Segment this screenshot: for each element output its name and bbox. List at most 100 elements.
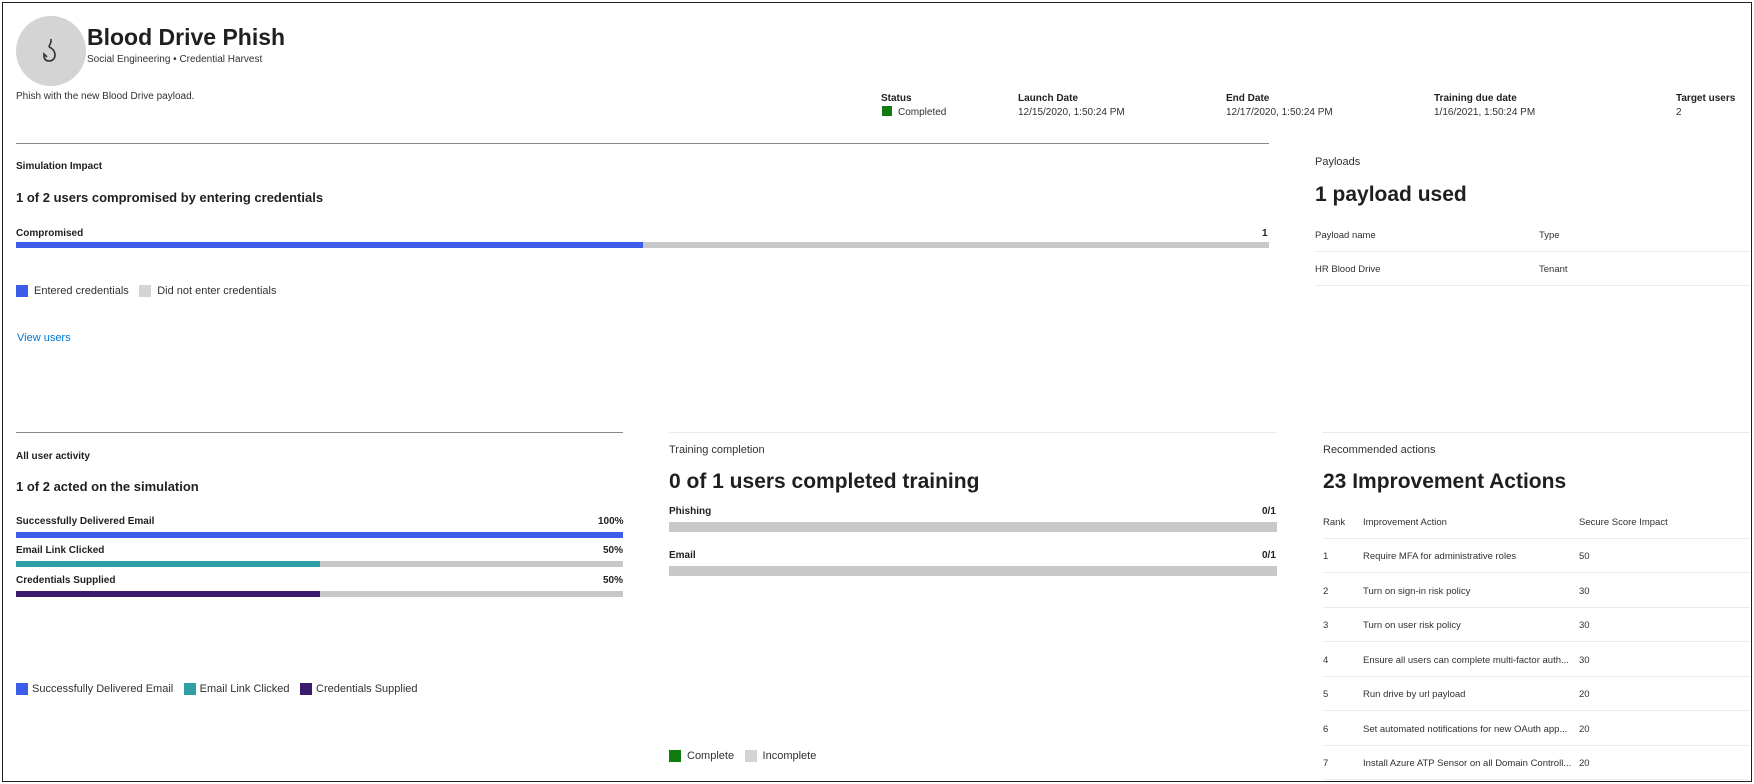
credentials-supplied-label: Credentials Supplied bbox=[16, 575, 116, 586]
end-date-value: 12/17/2020, 1:50:24 PM bbox=[1226, 107, 1333, 118]
impact-headline: 1 of 2 users compromised by entering cre… bbox=[16, 190, 324, 205]
delivered-value: 100% bbox=[598, 516, 624, 527]
end-date-label: End Date bbox=[1226, 93, 1270, 104]
delivered-bar-fill bbox=[16, 532, 623, 538]
rank-cell: 6 bbox=[1323, 723, 1329, 735]
phishing-label: Phishing bbox=[669, 506, 712, 517]
activity-legend: Successfully Delivered Email Email Link … bbox=[16, 679, 424, 697]
payloads-section-label: Payloads bbox=[1315, 156, 1361, 168]
credentials-supplied-bar bbox=[16, 591, 623, 597]
delivered-label: Successfully Delivered Email bbox=[16, 516, 155, 527]
fishhook-icon bbox=[43, 39, 56, 62]
phishing-bar bbox=[669, 522, 1277, 532]
launch-date-value: 12/15/2020, 1:50:24 PM bbox=[1018, 107, 1125, 118]
rank-cell: 2 bbox=[1323, 585, 1329, 597]
page-description: Phish with the new Blood Drive payload. bbox=[16, 91, 195, 102]
actions-table-header: Rank Improvement Action Secure Score Imp… bbox=[1323, 505, 1750, 539]
legend-incomplete: Incomplete bbox=[744, 750, 816, 763]
column-rank: Rank bbox=[1323, 517, 1346, 528]
legend-did-not-enter-credentials: Did not enter credentials bbox=[139, 285, 276, 298]
table-row[interactable]: 1 Require MFA for administrative roles 50 bbox=[1323, 539, 1750, 573]
link-clicked-bar bbox=[16, 561, 623, 567]
activity-section-label: All user activity bbox=[16, 451, 90, 462]
table-row[interactable]: 7 Install Azure ATP Sensor on all Domain … bbox=[1323, 746, 1750, 780]
impact-legend: Entered credentials Did not enter creden… bbox=[16, 281, 282, 299]
page-title: Blood Drive Phish bbox=[87, 24, 286, 50]
score-impact-cell: 20 bbox=[1579, 689, 1590, 700]
action-cell: Ensure all users can complete multi-fact… bbox=[1363, 654, 1569, 666]
column-improvement-action: Improvement Action bbox=[1363, 517, 1447, 528]
delivered-bar bbox=[16, 532, 623, 538]
rank-cell: 4 bbox=[1323, 654, 1329, 666]
target-users-value: 2 bbox=[1676, 107, 1682, 118]
launch-date-label: Launch Date bbox=[1018, 93, 1079, 104]
table-row[interactable]: 3 Turn on user risk policy 30 bbox=[1323, 608, 1750, 642]
training-section-label: Training completion bbox=[669, 444, 765, 456]
table-row[interactable]: 5 Run drive by url payload 20 bbox=[1323, 677, 1750, 711]
training-due-value: 1/16/2021, 1:50:24 PM bbox=[1434, 107, 1536, 118]
payload-name-cell: HR Blood Drive bbox=[1315, 264, 1381, 275]
view-users-link[interactable]: View users bbox=[17, 332, 71, 344]
compromised-bar bbox=[16, 242, 1269, 248]
action-cell: Run drive by url payload bbox=[1363, 689, 1466, 700]
link-clicked-value: 50% bbox=[603, 545, 624, 556]
score-impact-cell: 20 bbox=[1579, 758, 1590, 769]
activity-divider bbox=[16, 432, 623, 433]
compromised-value: 1 bbox=[1262, 228, 1268, 239]
training-headline: 0 of 1 users completed training bbox=[669, 470, 980, 493]
impact-section-label: Simulation Impact bbox=[16, 161, 103, 172]
actions-divider bbox=[1322, 432, 1750, 433]
table-row[interactable]: 2 Turn on sign-in risk policy 30 bbox=[1323, 574, 1750, 608]
rank-cell: 7 bbox=[1323, 758, 1329, 769]
table-row[interactable]: HR Blood Drive Tenant bbox=[1315, 252, 1750, 286]
actions-section-label: Recommended actions bbox=[1323, 444, 1436, 456]
score-impact-cell: 30 bbox=[1579, 620, 1590, 631]
email-value: 0/1 bbox=[1262, 550, 1276, 561]
training-legend: Complete Incomplete bbox=[669, 746, 822, 764]
training-divider bbox=[669, 432, 1277, 433]
action-cell: Turn on user risk policy bbox=[1363, 620, 1461, 631]
training-due-label: Training due date bbox=[1434, 93, 1517, 104]
completed-check-icon bbox=[882, 106, 892, 117]
actions-headline: 23 Improvement Actions bbox=[1323, 470, 1567, 493]
status-value: Completed bbox=[882, 106, 946, 118]
payload-type-cell: Tenant bbox=[1539, 264, 1568, 275]
credentials-supplied-value: 50% bbox=[603, 575, 624, 586]
target-users-label: Target users bbox=[1676, 93, 1736, 104]
rank-cell: 5 bbox=[1323, 689, 1329, 700]
action-cell: Install Azure ATP Sensor on all Domain C… bbox=[1363, 758, 1572, 769]
link-clicked-bar-fill bbox=[16, 561, 320, 567]
score-impact-cell: 20 bbox=[1579, 723, 1590, 735]
rank-cell: 3 bbox=[1323, 620, 1329, 631]
payloads-headline: 1 payload used bbox=[1315, 183, 1467, 206]
link-clicked-label: Email Link Clicked bbox=[16, 545, 105, 556]
credentials-supplied-bar-fill bbox=[16, 591, 320, 597]
activity-headline: 1 of 2 acted on the simulation bbox=[16, 479, 199, 494]
column-type: Type bbox=[1539, 230, 1560, 241]
simulation-avatar bbox=[16, 16, 86, 86]
legend-credentials-supplied: Credentials Supplied bbox=[300, 683, 418, 696]
column-payload-name: Payload name bbox=[1315, 230, 1376, 241]
email-bar bbox=[669, 566, 1277, 576]
score-impact-cell: 50 bbox=[1579, 551, 1590, 562]
compromised-label: Compromised bbox=[16, 228, 84, 239]
table-row[interactable]: 6 Set automated notifications for new OAu… bbox=[1323, 712, 1750, 746]
compromised-bar-fill bbox=[16, 242, 643, 248]
score-impact-cell: 30 bbox=[1579, 654, 1590, 666]
page-subtitle: Social Engineering • Credential Harvest bbox=[87, 54, 263, 65]
rank-cell: 1 bbox=[1323, 551, 1329, 562]
legend-complete: Complete bbox=[669, 750, 734, 763]
score-impact-cell: 30 bbox=[1579, 585, 1590, 597]
payloads-table-header: Payload name Type bbox=[1315, 218, 1750, 252]
phishing-value: 0/1 bbox=[1262, 506, 1276, 517]
status-label: Status bbox=[881, 93, 912, 104]
action-cell: Require MFA for administrative roles bbox=[1363, 551, 1517, 562]
legend-link-clicked: Email Link Clicked bbox=[183, 683, 290, 696]
table-row[interactable]: 4 Ensure all users can complete multi-fac… bbox=[1323, 643, 1750, 677]
header-divider bbox=[16, 143, 1269, 144]
column-secure-score-impact: Secure Score Impact bbox=[1579, 517, 1668, 528]
legend-delivered: Successfully Delivered Email bbox=[16, 683, 173, 696]
action-cell: Set automated notifications for new OAut… bbox=[1363, 723, 1568, 735]
legend-entered-credentials: Entered credentials bbox=[16, 285, 129, 298]
email-label: Email bbox=[669, 550, 696, 561]
